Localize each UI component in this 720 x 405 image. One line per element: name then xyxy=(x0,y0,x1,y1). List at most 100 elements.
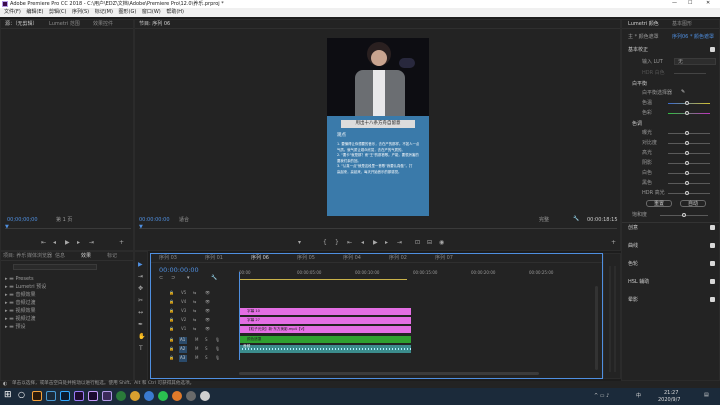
lock-icon[interactable]: 🔒 xyxy=(169,327,174,331)
program-timecode-left[interactable]: 00:00:00:00 xyxy=(139,218,170,223)
tree-item[interactable]: ▸ ▬ Presets xyxy=(5,277,34,282)
marker-icon[interactable]: ▾ xyxy=(298,240,301,246)
tree-item[interactable]: ▸ ▬ 音频过渡 xyxy=(5,301,35,306)
quality-select[interactable]: 完整 xyxy=(539,218,549,223)
timeline-clip[interactable]: 颜色遮罩 xyxy=(239,336,411,343)
tab-info[interactable]: 信息 xyxy=(55,254,65,259)
lock-icon[interactable]: 🔒 xyxy=(169,309,174,313)
media-encoder-icon[interactable] xyxy=(46,391,56,401)
mute-button[interactable]: M xyxy=(195,347,198,351)
eyedropper-icon[interactable]: ✎ xyxy=(681,90,685,95)
source-scrubber[interactable] xyxy=(5,228,131,229)
eye-icon[interactable]: 👁 xyxy=(205,309,210,313)
temperature-slider[interactable] xyxy=(668,103,710,104)
menu-graphics[interactable]: 图形(G) xyxy=(119,10,137,15)
audio-track-header[interactable]: 🔒 A3 M S 🎙 xyxy=(155,355,235,363)
timeline-clip[interactable]: 字幕 27 xyxy=(239,317,411,324)
app-blue-icon[interactable] xyxy=(144,391,154,401)
tab-media-browser[interactable]: 媒体浏览器 xyxy=(27,254,52,259)
sync-icon[interactable]: ⇆ xyxy=(193,327,196,331)
program-playhead-icon[interactable]: ▼ xyxy=(139,225,143,230)
section-color-wheels[interactable]: 色轮 xyxy=(628,262,638,267)
mark-out-program-icon[interactable]: } xyxy=(335,240,339,246)
mute-button[interactable]: M xyxy=(195,338,198,342)
section-basic-correction[interactable]: 基本校正 xyxy=(628,48,648,53)
white-balance-header[interactable]: 白平衡 xyxy=(632,82,647,87)
creative-checkbox[interactable] xyxy=(710,225,715,230)
premiere-icon[interactable] xyxy=(74,391,84,401)
reset-button[interactable]: 重置 xyxy=(646,200,672,207)
basic-correction-checkbox[interactable] xyxy=(710,47,715,52)
section-curves[interactable]: 曲线 xyxy=(628,244,638,249)
tab-sequence[interactable]: 序列 02 xyxy=(389,256,407,261)
pen-tool-icon[interactable]: ✒ xyxy=(138,322,143,328)
tree-item[interactable]: ▸ ▬ Lumetri 预设 xyxy=(5,285,46,290)
temperature-knob[interactable] xyxy=(685,101,689,105)
hdr-white-slider[interactable] xyxy=(674,73,706,74)
step-forward-program-icon[interactable]: ▸ xyxy=(385,240,388,246)
hsl-checkbox[interactable] xyxy=(710,279,715,284)
lock-icon[interactable]: 🔒 xyxy=(169,338,174,342)
premiere-active-icon[interactable] xyxy=(102,391,112,401)
tone-header[interactable]: 色调 xyxy=(632,122,642,127)
tone-slider[interactable] xyxy=(668,133,710,134)
tree-item[interactable]: ▸ ▬ 音频效果 xyxy=(5,293,35,298)
track-select-tool-icon[interactable]: ⇥ xyxy=(138,274,143,280)
timeline-scrollbar[interactable] xyxy=(239,372,539,375)
extract-icon[interactable]: ⊟ xyxy=(427,240,432,246)
ime-indicator[interactable]: 中 xyxy=(636,394,641,399)
tab-lumetri-scopes[interactable]: Lumetri 范围 xyxy=(49,22,80,27)
lock-icon[interactable]: 🔒 xyxy=(169,300,174,304)
minimize-button[interactable]: — xyxy=(672,1,677,6)
type-tool-icon[interactable]: T xyxy=(139,346,143,352)
add-button-icon[interactable]: + xyxy=(119,240,124,246)
vignette-checkbox[interactable] xyxy=(710,297,715,302)
lock-icon[interactable]: 🔒 xyxy=(169,318,174,322)
tint-slider[interactable] xyxy=(668,113,710,114)
source-timecode-left[interactable]: 00;00;00;00 xyxy=(7,218,38,223)
play-program-icon[interactable]: ▶ xyxy=(373,240,378,246)
sync-icon[interactable]: ⇆ xyxy=(193,300,196,304)
tab-sequence[interactable]: 序列 05 xyxy=(297,256,315,261)
tone-knob[interactable] xyxy=(685,141,689,145)
linked-selection-icon[interactable]: ⊃ xyxy=(171,276,175,281)
playhead-marker-icon[interactable]: ▼ xyxy=(5,225,9,230)
play-icon[interactable]: ▶ xyxy=(65,240,70,246)
auto-button[interactable]: 自动 xyxy=(680,200,706,207)
master-clip-label[interactable]: 主 * 颜色遮罩 xyxy=(628,35,659,40)
go-to-in-icon[interactable]: ⇤ xyxy=(347,240,352,246)
saturation-knob[interactable] xyxy=(682,213,686,217)
menu-help[interactable]: 帮助(H) xyxy=(166,10,184,15)
step-back-icon[interactable]: ◂ xyxy=(53,240,56,246)
sync-icon[interactable]: ⇆ xyxy=(193,318,196,322)
tab-essential-graphics[interactable]: 基本图形 xyxy=(672,22,692,27)
zoom-select[interactable]: 适合 xyxy=(179,218,189,223)
lock-icon[interactable]: 🔒 xyxy=(169,291,174,295)
tint-knob[interactable] xyxy=(685,111,689,115)
timeline-playhead[interactable] xyxy=(239,272,240,360)
tab-source[interactable]: 源：（无剪辑） xyxy=(5,22,38,27)
go-to-out-icon[interactable]: ⇥ xyxy=(397,240,402,246)
tone-knob[interactable] xyxy=(685,181,689,185)
timeline-clip[interactable]: 【粒子光荧】新·东方美影.mp4【V】 xyxy=(239,326,411,333)
wrench-icon[interactable]: 🔧 xyxy=(573,217,579,222)
tab-sequence[interactable]: 序列 04 xyxy=(343,256,361,261)
tab-lumetri-color[interactable]: Lumetri 颜色 xyxy=(628,22,659,27)
selection-tool-icon[interactable]: ▶ xyxy=(138,262,143,268)
lock-icon[interactable]: 🔒 xyxy=(169,356,174,360)
tab-effect-controls[interactable]: 效果控件 xyxy=(93,22,113,27)
tab-project[interactable]: 项目: 养乐 xyxy=(3,254,26,259)
app-white-icon[interactable] xyxy=(200,391,210,401)
ripple-edit-tool-icon[interactable]: ✥ xyxy=(138,286,143,292)
wechat-icon[interactable] xyxy=(158,391,168,401)
tab-sequence[interactable]: 序列 01 xyxy=(205,256,223,261)
step-back-program-icon[interactable]: ◂ xyxy=(361,240,364,246)
eye-icon[interactable]: 👁 xyxy=(205,327,210,331)
audio-clip[interactable]: 音频 xyxy=(239,344,411,353)
audio-track-header[interactable]: 🔒 A1 M S 🎙 xyxy=(155,337,235,345)
eye-icon[interactable]: 👁 xyxy=(205,318,210,322)
tab-sequence[interactable]: 序列 03 xyxy=(159,256,177,261)
maximize-button[interactable]: ☐ xyxy=(688,1,692,6)
chrome-icon[interactable] xyxy=(130,391,140,401)
tab-sequence[interactable]: 序列 06 xyxy=(251,256,269,261)
